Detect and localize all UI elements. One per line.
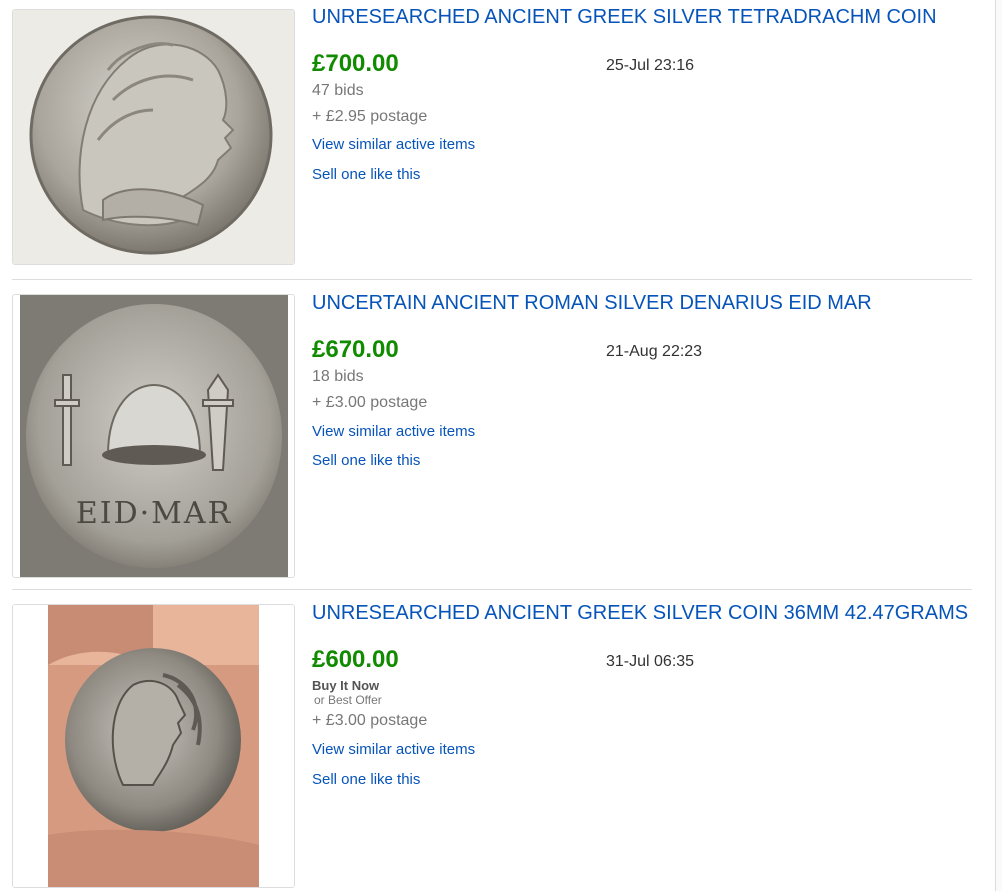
listing-price: £700.00 [312,50,399,77]
listing-postage: + £3.00 postage [312,712,428,729]
view-similar-link[interactable]: View similar active items [312,423,475,440]
listing-bids: 18 bids [312,368,364,385]
listing-postage: + £3.00 postage [312,394,428,411]
listing-item: EID·MAR UNCERTAIN ANCIENT ROMAN SILVER D… [0,281,990,590]
listing-postage: + £2.95 postage [312,108,428,125]
listing-thumbnail[interactable] [12,604,295,888]
listing-item: UNRESEARCHED ANCIENT GREEK SILVER TETRAD… [0,0,990,280]
coin-greek-head-image [13,10,294,264]
coin-inscription: EID·MAR [76,496,232,531]
listing-title-link[interactable]: UNCERTAIN ANCIENT ROMAN SILVER DENARIUS … [312,292,872,315]
sell-one-like-this-link[interactable]: Sell one like this [312,771,420,788]
listing-title-link[interactable]: UNRESEARCHED ANCIENT GREEK SILVER TETRAD… [312,6,937,29]
coin-eid-mar-image: EID·MAR [13,295,294,577]
listing-price: £600.00 [312,646,399,673]
listing-end-time: 25-Jul 23:16 [606,57,695,74]
view-similar-link[interactable]: View similar active items [312,136,475,153]
listing-price: £670.00 [312,336,399,363]
listing-end-time: 21-Aug 22:23 [606,343,703,360]
scrollbar-track[interactable] [995,0,1002,891]
view-similar-link[interactable]: View similar active items [312,741,475,758]
listing-divider [12,589,972,590]
listing-end-time: 31-Jul 06:35 [606,653,695,670]
listing-item: UNRESEARCHED ANCIENT GREEK SILVER COIN 3… [0,591,990,891]
sell-one-like-this-link[interactable]: Sell one like this [312,452,420,469]
listing-title-link[interactable]: UNRESEARCHED ANCIENT GREEK SILVER COIN 3… [312,602,968,625]
listing-bids: 47 bids [312,82,364,99]
listing-thumbnail[interactable]: EID·MAR [12,294,295,578]
buy-it-now-label: Buy It Now [312,678,380,693]
best-offer-label: or Best Offer [314,693,382,707]
listing-thumbnail[interactable] [12,9,295,265]
listing-divider [12,279,972,280]
coin-in-hand-image [13,605,294,887]
sell-one-like-this-link[interactable]: Sell one like this [312,166,420,183]
